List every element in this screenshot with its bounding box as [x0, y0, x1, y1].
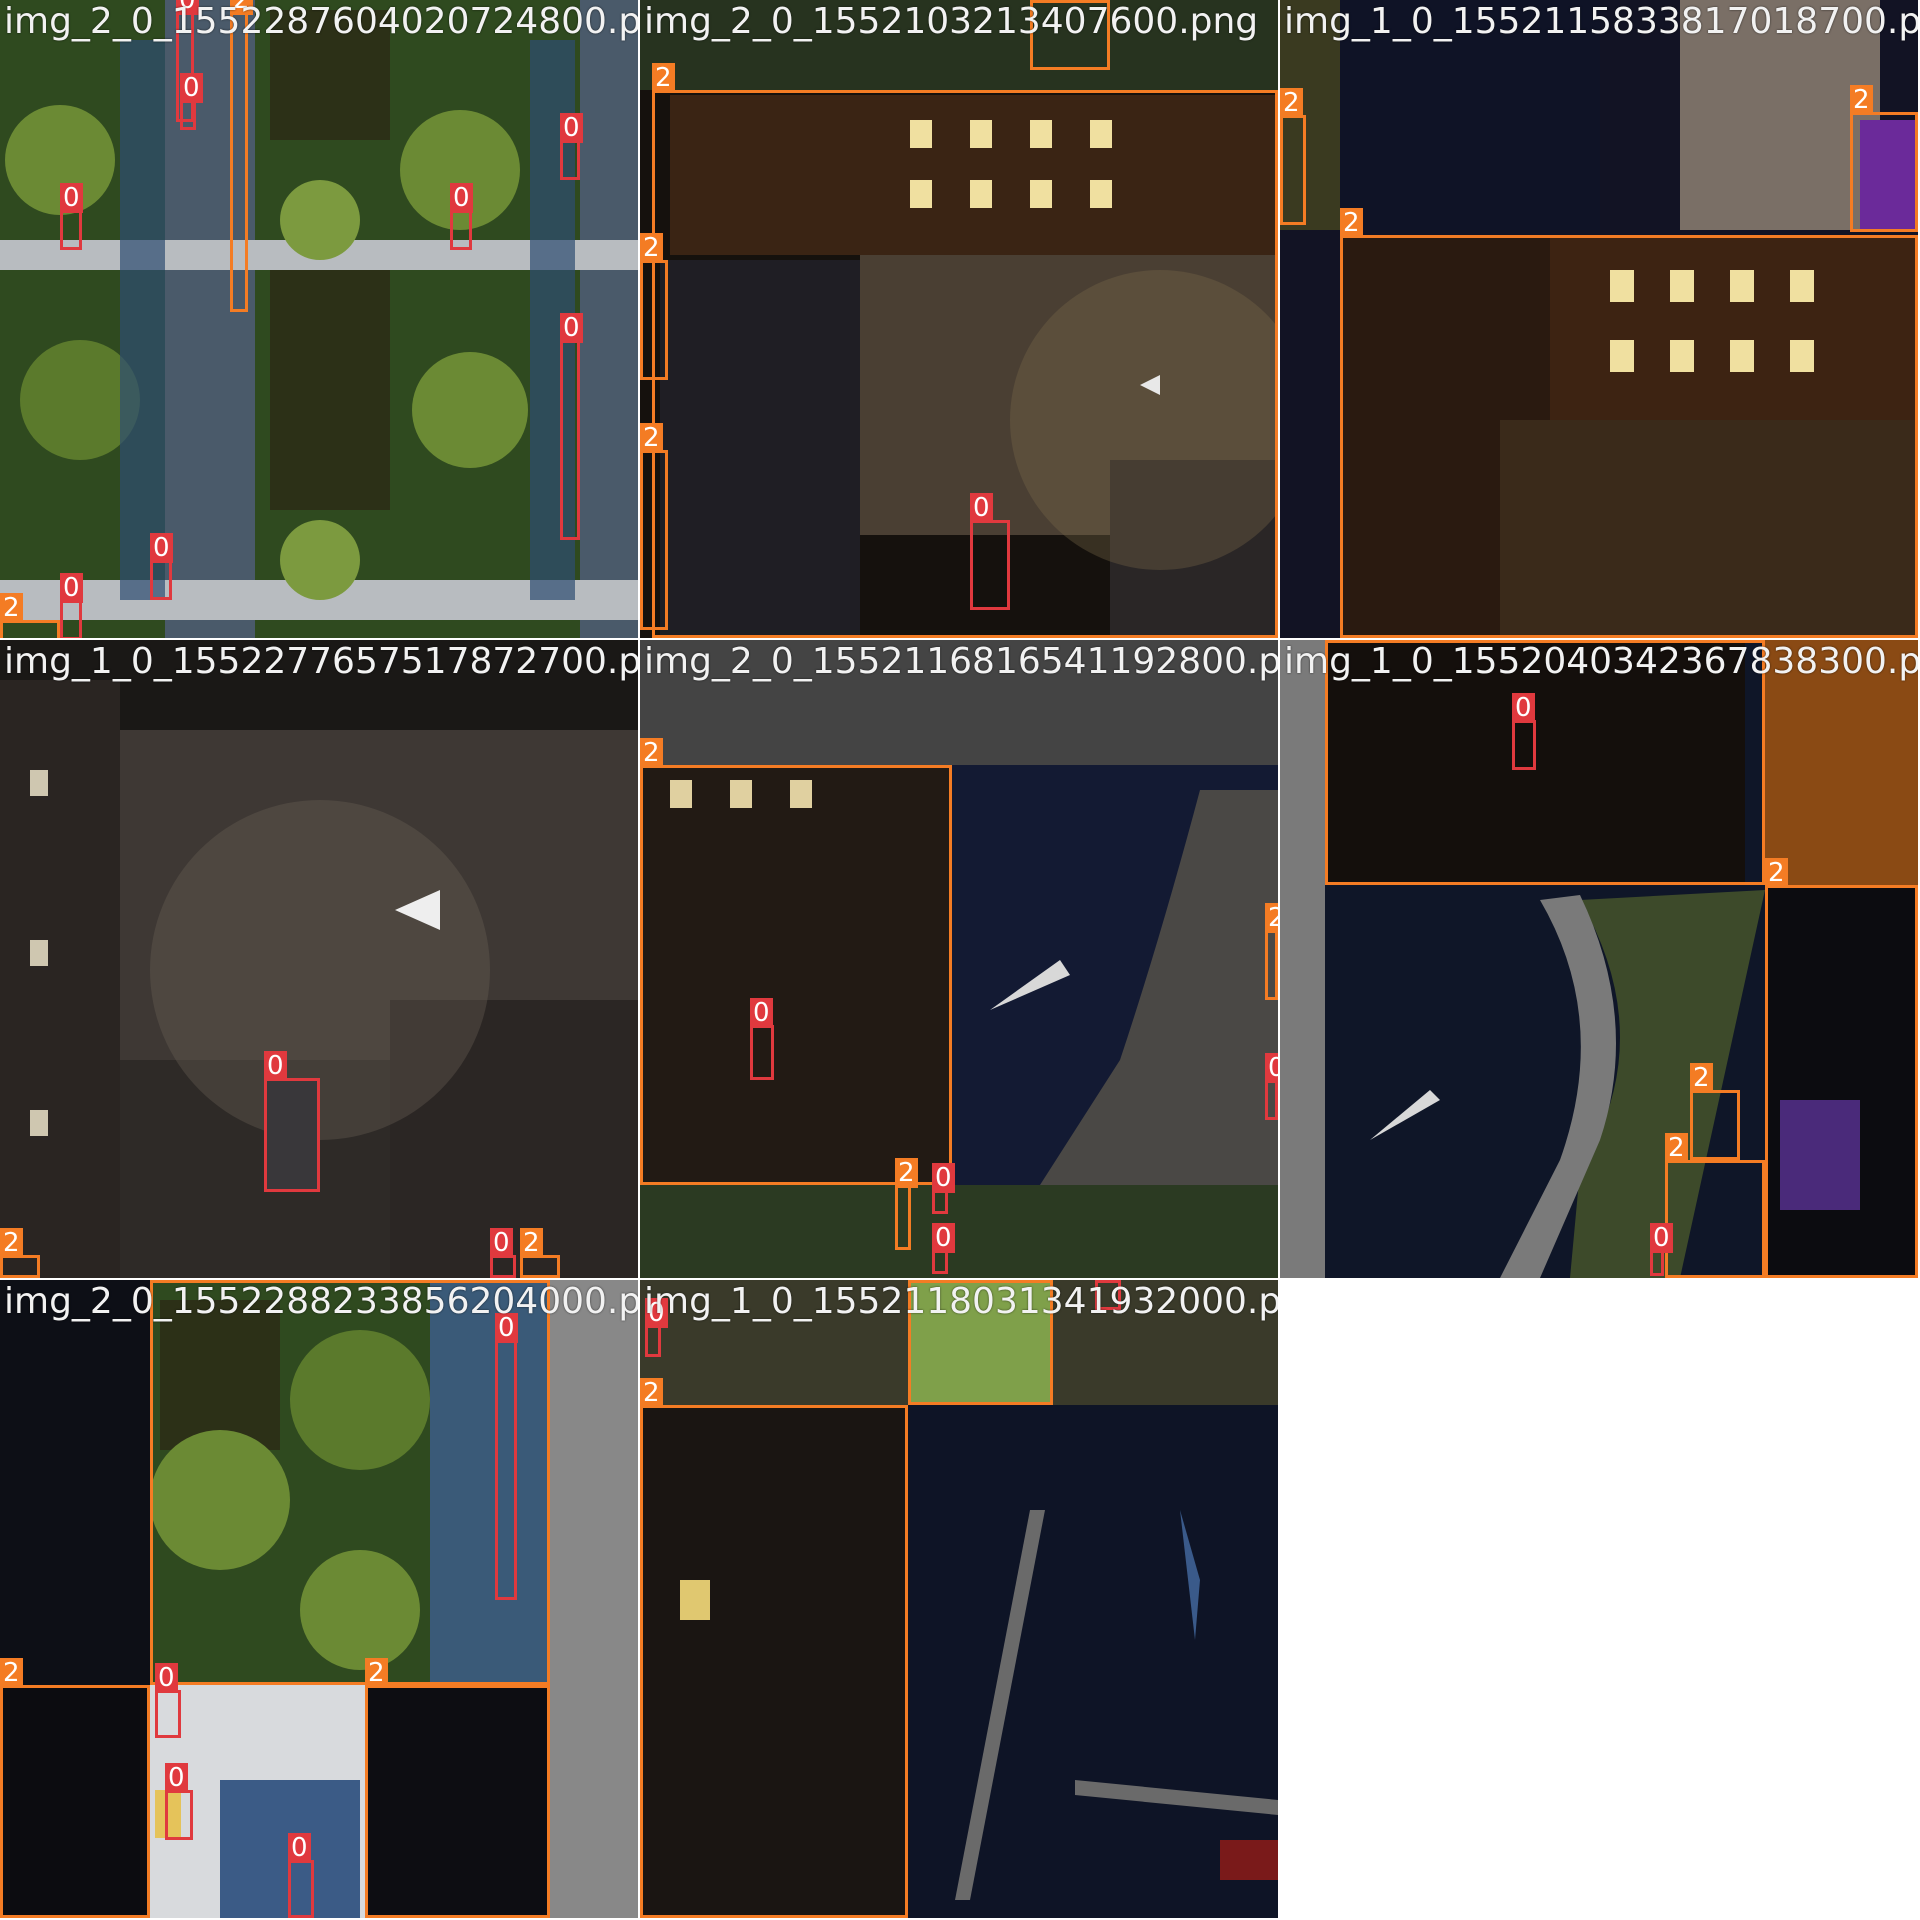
class-label: 2 — [0, 1658, 23, 1688]
mosaic-tile: img_1_0_1552040342367838300.png 2 2 0 2 … — [1280, 640, 1918, 1278]
detection-box-class-0: 0 — [1512, 693, 1536, 770]
class-label: 0 — [165, 1763, 188, 1793]
mosaic-tile: img_2_0_1552287604020724800.png 0 0 0 2 … — [0, 0, 638, 638]
class-label: 0 — [932, 1223, 955, 1253]
class-label: 2 — [365, 1658, 388, 1688]
detection-box-class-2: 2 — [365, 1658, 550, 1918]
class-label: 2 — [640, 1378, 663, 1408]
mosaic-tile: img_1_0_1552115833817018700.png 2 2 2 — [1280, 0, 1918, 638]
detection-box-class-0: 0 — [288, 1833, 314, 1918]
tile-filename: img_1_0_1552118031341932000.png — [644, 1281, 1278, 1322]
detection-box-class-0: 0 — [155, 1663, 181, 1738]
class-label: 2 — [1665, 1133, 1688, 1163]
detection-box-class-0: 0 — [180, 73, 203, 130]
tile-filename: img_2_0_1552288233856204000.png — [4, 1281, 638, 1322]
class-label: 2 — [640, 233, 663, 263]
class-label: 2 — [0, 1228, 23, 1258]
tile-filename: img_2_0_1552287604020724800.png — [4, 1, 638, 42]
detection-box-class-0: 0 — [932, 1223, 955, 1274]
class-label: 0 — [970, 493, 993, 523]
tile-filename: img_2_0_1552103213407600.png — [644, 1, 1259, 42]
detection-box-class-2: 2 — [640, 233, 668, 380]
tile-filename: img_1_0_1552040342367838300.png — [1284, 641, 1918, 682]
detection-box-class-2: 2 — [640, 423, 668, 630]
detection-box-class-0: 0 — [264, 1051, 320, 1192]
detection-box-class-2: 2 — [652, 63, 1278, 638]
training-batch-mosaic: img_2_0_1552287604020724800.png 0 0 0 2 … — [0, 0, 1920, 1920]
class-label: 2 — [520, 1228, 543, 1258]
class-label: 0 — [932, 1163, 955, 1193]
detection-box-class-0: 0 — [1265, 1053, 1278, 1120]
detection-box-class-2: 2 — [640, 1378, 908, 1918]
detection-box-class-2: 2 — [520, 1228, 560, 1278]
tile-filename: img_1_0_1552277657517872700.png — [4, 641, 638, 682]
detection-box-class-2: 2 — [0, 1228, 40, 1278]
class-label: 0 — [1265, 1053, 1278, 1083]
mosaic-tile: img_1_0_1552277657517872700.png 0 2 2 0 — [0, 640, 638, 1278]
mosaic-tile: img_2_0_1552103213407600.png 2 2 0 2 2 — [640, 0, 1278, 638]
class-label: 2 — [0, 593, 23, 623]
class-label: 0 — [750, 998, 773, 1028]
detection-box-class-2: 2 — [1665, 1133, 1765, 1278]
detection-box-class-2: 2 — [1690, 1063, 1740, 1160]
class-label: 2 — [1850, 85, 1873, 115]
class-label: 2 — [1280, 88, 1303, 118]
detection-box-class-0: 0 — [150, 533, 173, 600]
detection-box-class-2: 2 — [150, 1280, 550, 1685]
detection-box-class-2: 2 — [0, 593, 60, 638]
mosaic-tile: img_2_0_1552116816541192800.png 2 0 2 0 … — [640, 640, 1278, 1278]
class-label: 2 — [652, 63, 675, 93]
class-label: 0 — [150, 533, 173, 563]
tile-filename: img_1_0_1552115833817018700.png — [1284, 1, 1918, 42]
detection-box-class-0: 0 — [495, 1313, 518, 1600]
detection-box-class-2: 2 — [640, 738, 952, 1185]
detection-box-class-0: 0 — [645, 1298, 668, 1357]
detection-box-class-0: 0 — [932, 1163, 955, 1214]
class-label: 0 — [288, 1833, 311, 1863]
detection-box-class-0: 0 — [60, 573, 83, 638]
detection-box-class-2: 2 — [1280, 88, 1306, 225]
class-label: 0 — [155, 1663, 178, 1693]
detection-box-class-2: 2 — [1765, 858, 1918, 1278]
class-label: 2 — [640, 423, 663, 453]
class-label: 0 — [560, 313, 583, 343]
class-label: 0 — [60, 183, 83, 213]
mosaic-tile: img_2_0_1552288233856204000.png 2 2 2 0 … — [0, 1280, 638, 1918]
mosaic-tile: img_1_0_1552118031341932000.png 2 2 0 0 — [640, 1280, 1278, 1918]
detection-box-class-0: 0 — [560, 113, 583, 180]
class-label: 0 — [1650, 1223, 1673, 1253]
class-label: 2 — [895, 1158, 918, 1188]
class-label: 2 — [1265, 903, 1278, 933]
detection-box-class-0: 0 — [165, 1763, 193, 1840]
detection-box-class-0: 0 — [490, 1228, 516, 1278]
class-label: 0 — [490, 1228, 513, 1258]
class-label: 2 — [1690, 1063, 1713, 1093]
detection-box-class-2: 2 — [1265, 903, 1278, 1000]
detection-box-class-2: 2 — [1850, 85, 1918, 232]
tile-filename: img_2_0_1552116816541192800.png — [644, 641, 1278, 682]
detection-box-class-2: 2 — [230, 0, 253, 312]
class-label: 0 — [180, 73, 203, 103]
aerial-city-image — [0, 0, 638, 638]
class-label: 0 — [560, 113, 583, 143]
detection-box-class-0: 0 — [750, 998, 774, 1080]
detection-box-class-2: 2 — [1340, 208, 1918, 638]
class-label: 2 — [1765, 858, 1788, 888]
detection-box-class-0: 0 — [450, 183, 473, 250]
class-label: 2 — [1340, 208, 1363, 238]
class-label: 2 — [640, 738, 663, 768]
detection-box-class-0: 0 — [60, 183, 83, 250]
detection-box-class-0: 0 — [1650, 1223, 1673, 1276]
class-label: 0 — [450, 183, 473, 213]
class-label: 0 — [1512, 693, 1535, 723]
class-label: 0 — [60, 573, 83, 603]
detection-box-class-0: 0 — [560, 313, 583, 540]
detection-box-class-2: 2 — [0, 1658, 150, 1918]
empty-mosaic-slot — [1280, 1280, 1920, 1920]
detection-box-class-2: 2 — [895, 1158, 918, 1250]
class-label: 0 — [264, 1051, 287, 1081]
detection-box-class-0: 0 — [970, 493, 1010, 610]
